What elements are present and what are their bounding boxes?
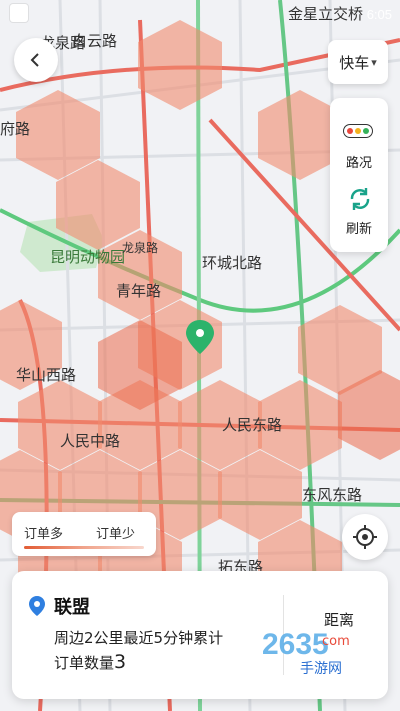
street-label-dongfeng: 东风东路	[302, 487, 362, 504]
back-button[interactable]	[14, 38, 58, 82]
chevron-left-icon	[30, 53, 39, 67]
crosshair-icon	[353, 525, 377, 549]
notification-icon	[10, 4, 28, 22]
status-street: 金星立交桥	[288, 6, 364, 23]
watermark: 2635 com 手游网	[262, 628, 382, 677]
status-time: 6:05	[366, 7, 392, 22]
watermark-subtext: 手游网	[300, 661, 342, 677]
street-label-longquan-2: 龙泉路	[122, 240, 158, 255]
street-label-baiyun: 白云路	[72, 33, 117, 50]
street-label-zoo: 昆明动物园	[50, 249, 125, 266]
order-count: 订单数量3	[54, 651, 126, 673]
status-right: 金星立交桥 6:05	[288, 3, 392, 24]
watermark-text: 2635	[262, 628, 329, 661]
street-label-huancheng: 环城北路	[202, 255, 262, 272]
watermark-side: com	[322, 634, 350, 649]
legend-gradient	[24, 546, 144, 549]
status-bar: 金星立交桥 6:05	[0, 0, 400, 26]
legend-less: 订单少	[96, 527, 136, 542]
location-pin-icon	[29, 596, 45, 616]
refresh-label[interactable]: 刷新	[330, 218, 388, 237]
street-label-huashan: 华山西路	[16, 367, 76, 384]
street-label-renmin-dong: 人民东路	[222, 417, 282, 434]
chevron-down-icon: ▾	[371, 55, 377, 69]
refresh-icon[interactable]	[347, 186, 373, 212]
car-type-selector[interactable]: 快车 ▾	[328, 40, 388, 84]
order-count-label: 订单数量	[54, 654, 115, 672]
car-type-label: 快车	[339, 53, 370, 72]
side-panel: 路况 刷新	[330, 98, 388, 252]
street-label-fu: 府路	[0, 121, 30, 138]
street-label-qingnian: 青年路	[116, 283, 161, 300]
distance-label[interactable]: 距离	[299, 609, 379, 630]
summary-text: 周边2公里最近5分钟累计	[54, 629, 224, 647]
street-label-renmin-zhong: 人民中路	[60, 433, 120, 450]
locate-button[interactable]	[342, 514, 388, 560]
traffic-light-icon[interactable]	[343, 124, 373, 138]
place-title: 联盟	[54, 597, 90, 618]
heat-legend: 订单多 订单少	[12, 512, 156, 556]
legend-more: 订单多	[24, 527, 64, 542]
traffic-toggle-label[interactable]: 路况	[330, 152, 388, 171]
order-count-value: 3	[114, 651, 127, 673]
